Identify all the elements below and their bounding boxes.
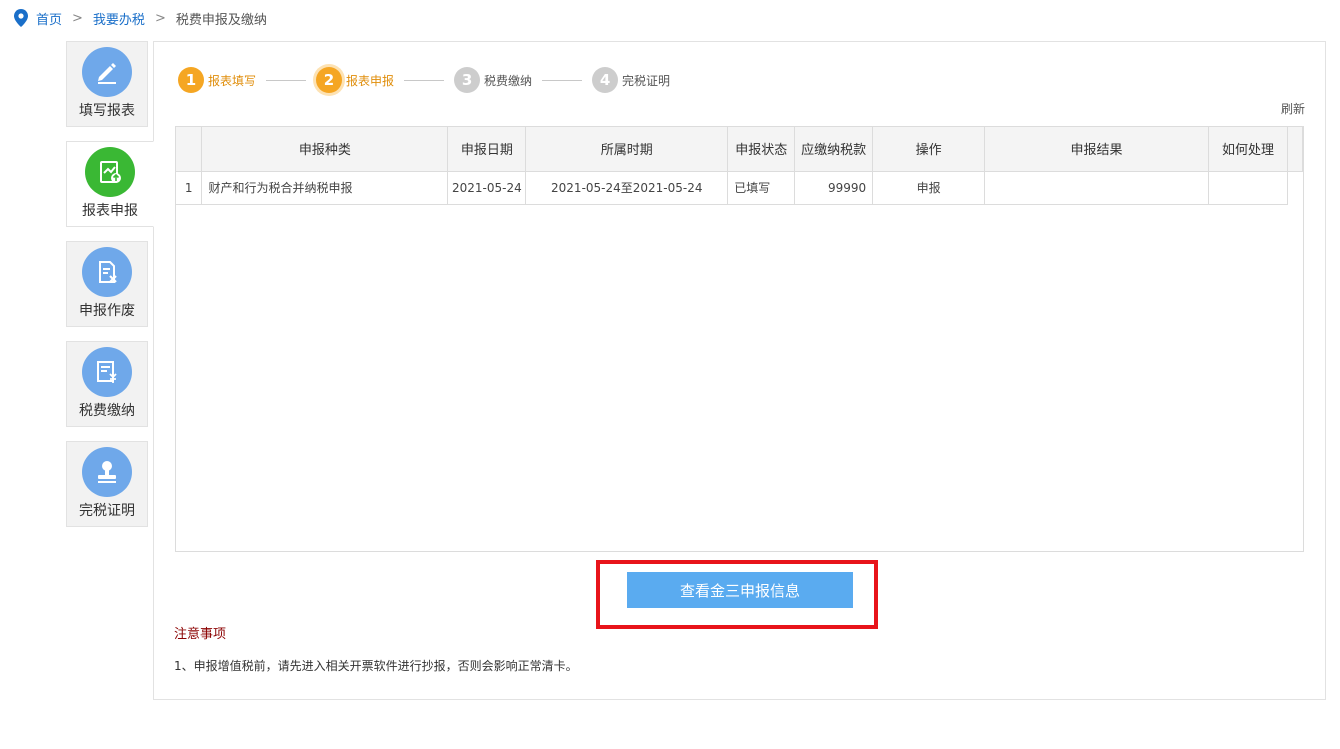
nav-item-tax-certificate[interactable]: 完税证明: [66, 441, 148, 527]
void-document-icon: [82, 247, 132, 297]
column-header[interactable]: 申报状态: [727, 127, 796, 172]
nav-label: 完税证明: [79, 503, 135, 519]
row-index: 1: [176, 171, 203, 205]
scrollbar-gutter: [1287, 171, 1302, 204]
nav-item-void-declare[interactable]: 申报作废: [66, 241, 148, 327]
declaration-table: 申报种类 申报日期 所属时期 申报状态 应缴纳税款 操作 申报结果 如何处理 1…: [175, 126, 1304, 552]
step-label: 税费缴纳: [484, 73, 533, 88]
cell-howto: [1208, 171, 1288, 205]
step-number: 4: [592, 67, 619, 93]
breadcrumb-current: 税费申报及缴纳: [175, 12, 267, 28]
cell-period: 2021-05-24至2021-05-24: [525, 171, 729, 205]
refresh-link[interactable]: 刷新: [1281, 100, 1305, 117]
cell-status: 已填写: [727, 171, 796, 205]
upload-report-icon: [85, 147, 135, 197]
progress-stepper: 1 报表填写 2 报表申报 3 税费缴纳 4 完税证明: [178, 66, 670, 94]
column-header[interactable]: 操作: [872, 127, 986, 172]
location-pin-icon: [14, 9, 28, 27]
nav-label: 填写报表: [79, 103, 135, 119]
step-tax-payment: 3 税费缴纳: [454, 67, 532, 93]
breadcrumb-separator: >: [154, 10, 166, 26]
nav-label: 申报作废: [79, 303, 135, 319]
step-number: 1: [178, 67, 204, 93]
step-connector: [542, 79, 583, 81]
step-fill-report: 1 报表填写: [178, 67, 256, 93]
column-header[interactable]: 申报结果: [984, 127, 1209, 172]
cell-amount: 99990: [794, 171, 874, 205]
column-header: [176, 127, 203, 172]
column-header[interactable]: 申报日期: [447, 127, 527, 172]
pen-icon: [82, 47, 132, 97]
column-header[interactable]: 申报种类: [201, 127, 449, 172]
cell-declare-type: 财产和行为税合并纳税申报: [201, 171, 449, 205]
notice-text: 1、申报增值税前，请先进入相关开票软件进行抄报，否则会影响正常清卡。: [174, 659, 578, 673]
table-row[interactable]: 1 财产和行为税合并纳税申报 2021-05-24 2021-05-24至202…: [176, 171, 1303, 205]
breadcrumb-tax-link[interactable]: 我要办税: [93, 9, 145, 28]
nav-label: 税费缴纳: [79, 403, 135, 419]
nav-item-fill-report[interactable]: 填写报表: [66, 41, 148, 127]
step-number: 2: [316, 67, 343, 93]
nav-item-tax-payment[interactable]: 税费缴纳: [66, 341, 148, 427]
breadcrumb: 首页 > 我要办税 > 税费申报及缴纳: [14, 8, 267, 28]
step-tax-certificate: 4 完税证明: [592, 67, 670, 93]
column-header[interactable]: 如何处理: [1208, 127, 1288, 172]
cell-declare-date: 2021-05-24: [447, 171, 527, 205]
payment-icon: [82, 347, 132, 397]
step-connector: [266, 79, 307, 81]
main-panel: 1 报表填写 2 报表申报 3 税费缴纳 4 完税证明 刷新 申报种类 申报日期…: [153, 41, 1326, 700]
nav-label: 报表申报: [82, 203, 138, 219]
view-declare-info-button[interactable]: 查看金三申报信息: [627, 572, 853, 608]
column-header[interactable]: 所属时期: [525, 127, 729, 172]
step-label: 完税证明: [622, 73, 671, 88]
notice-title: 注意事项: [174, 627, 227, 642]
cell-result: [984, 171, 1209, 205]
breadcrumb-home-link[interactable]: 首页: [36, 9, 62, 28]
column-header[interactable]: 应缴纳税款: [794, 127, 874, 172]
step-connector: [404, 79, 445, 81]
step-report-declare: 2 报表申报: [316, 67, 394, 93]
declare-action-link[interactable]: 申报: [872, 171, 986, 205]
step-label: 报表申报: [346, 73, 395, 88]
scrollbar-gutter: [1287, 127, 1304, 172]
stamp-icon: [82, 447, 132, 497]
breadcrumb-separator: >: [72, 10, 83, 26]
nav-item-report-declare[interactable]: 报表申报: [66, 141, 154, 227]
step-label: 报表填写: [208, 73, 257, 88]
table-header-row: 申报种类 申报日期 所属时期 申报状态 应缴纳税款 操作 申报结果 如何处理: [176, 127, 1304, 172]
step-number: 3: [454, 67, 481, 93]
